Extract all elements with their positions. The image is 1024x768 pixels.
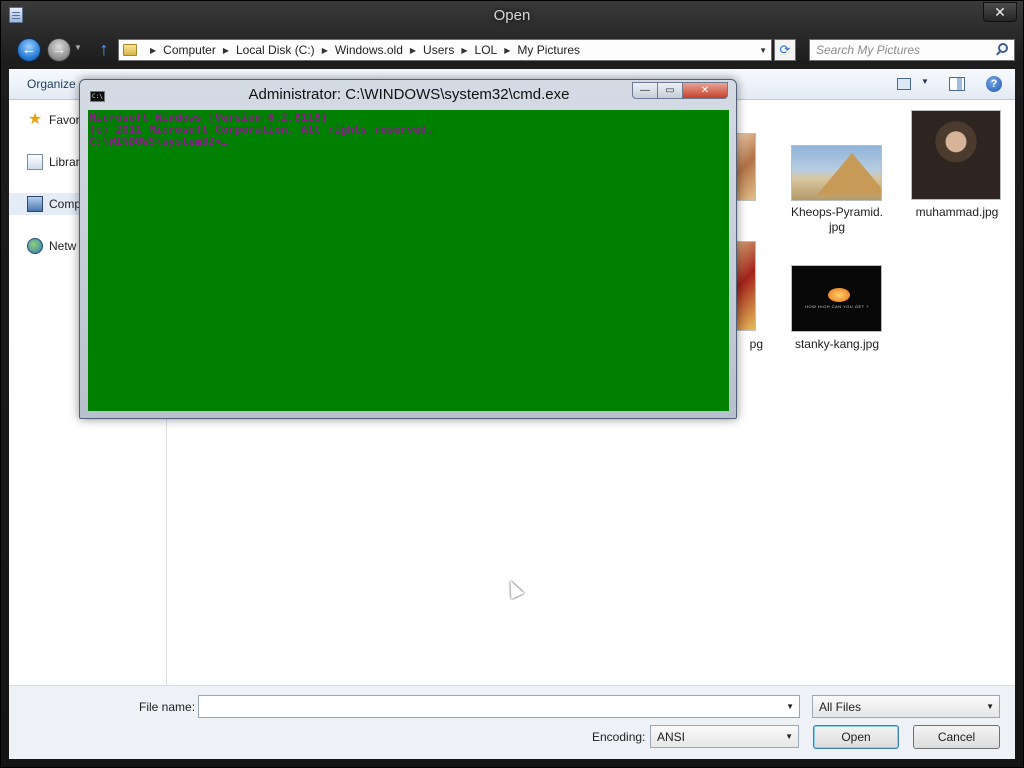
file-thumbnail: HOW HIGH CAN YOU GET ? <box>791 265 882 332</box>
preview-pane-icon[interactable] <box>949 77 965 91</box>
recent-locations-dropdown[interactable]: ▼ <box>74 43 82 52</box>
text-cursor <box>221 143 229 145</box>
cmd-caption-buttons: — ▭ ✕ <box>632 82 728 99</box>
back-arrow-icon[interactable]: ← <box>17 38 41 62</box>
file-thumbnail <box>911 110 1001 200</box>
address-bar[interactable]: ▶ Computer ▶ Local Disk (C:) ▶ Windows.o… <box>118 39 772 61</box>
organize-menu[interactable]: Organize <box>27 77 76 91</box>
cancel-button[interactable]: Cancel <box>913 725 1000 749</box>
open-button[interactable]: Open <box>813 725 899 749</box>
dialog-title: Open <box>493 7 531 24</box>
dialog-close-button[interactable]: ✕ <box>983 2 1017 22</box>
computer-icon <box>27 196 43 212</box>
search-placeholder: Search My Pictures <box>816 43 921 57</box>
file-name: stanky-kang.jpg <box>794 337 880 351</box>
filename-input[interactable]: ▼ <box>198 695 800 718</box>
up-folder-icon[interactable]: ↑ <box>96 39 112 61</box>
filename-label: File name: <box>139 700 196 714</box>
network-icon <box>27 238 43 254</box>
star-icon: ★ <box>27 111 43 128</box>
filetype-select[interactable]: All Files ▼ <box>812 695 1000 718</box>
breadcrumb-separator-icon[interactable]: ▶ <box>322 46 328 55</box>
breadcrumb-separator-icon[interactable]: ▶ <box>504 46 510 55</box>
thumbnail-text: HOW HIGH CAN YOU GET ? <box>805 304 869 309</box>
game-sprite <box>828 288 850 302</box>
file-name-line2: jpg <box>828 220 845 234</box>
file-thumbnail <box>791 145 882 201</box>
forward-arrow-icon[interactable]: → <box>47 38 71 62</box>
console-prompt-line: C:\WINDOWS\system32> <box>89 136 728 148</box>
help-icon[interactable]: ? <box>986 76 1002 92</box>
search-icon[interactable] <box>998 43 1008 53</box>
cmd-window[interactable]: C:\ Administrator: C:\WINDOWS\system32\c… <box>79 79 737 419</box>
encoding-value: ANSI <box>657 730 686 744</box>
file-selection-panel: File name: ▼ All Files ▼ Encoding: ANSI … <box>9 685 1015 759</box>
address-dropdown-icon[interactable]: ▼ <box>759 46 767 55</box>
sidebar-item-label: Librar <box>49 155 80 169</box>
minimize-button[interactable]: — <box>632 82 658 99</box>
refresh-icon[interactable]: ⟳ <box>774 39 796 61</box>
sidebar-item-label: Comp <box>49 197 82 211</box>
filetype-value: All Files <box>819 700 862 714</box>
breadcrumb-separator-icon[interactable]: ▶ <box>223 46 229 55</box>
file-name: muhammad.jpg <box>915 205 999 219</box>
breadcrumb-computer[interactable]: Computer <box>163 43 216 57</box>
breadcrumb-users[interactable]: Users <box>423 43 454 57</box>
view-dropdown-icon[interactable]: ▼ <box>921 77 929 86</box>
cmd-close-button[interactable]: ✕ <box>682 82 728 99</box>
breadcrumb-separator-icon[interactable]: ▶ <box>461 46 467 55</box>
breadcrumb-lol[interactable]: LOL <box>475 43 498 57</box>
chevron-down-icon[interactable]: ▼ <box>786 702 794 711</box>
breadcrumb-windows-old[interactable]: Windows.old <box>335 43 403 57</box>
search-input[interactable]: Search My Pictures <box>809 39 1015 61</box>
console-output[interactable]: Microsoft Windows [Version 6.2.8118] (c) … <box>88 110 729 411</box>
chevron-down-icon: ▼ <box>986 702 994 711</box>
breadcrumb-my-pictures[interactable]: My Pictures <box>517 43 580 57</box>
encoding-label: Encoding: <box>592 730 646 744</box>
sidebar-item-label: Netw <box>49 239 77 253</box>
breadcrumb-separator-icon[interactable]: ▶ <box>410 46 416 55</box>
encoding-select[interactable]: ANSI ▼ <box>650 725 799 748</box>
file-name: Kheops-Pyramid. <box>790 205 884 219</box>
maximize-button[interactable]: ▭ <box>657 82 683 99</box>
library-icon <box>27 154 43 170</box>
breadcrumb-separator-icon[interactable]: ▶ <box>150 46 156 55</box>
folder-icon <box>123 44 137 56</box>
chevron-down-icon: ▼ <box>785 732 793 741</box>
sidebar-item-label: Favor <box>49 113 80 127</box>
breadcrumb-local-disk[interactable]: Local Disk (C:) <box>236 43 315 57</box>
change-view-icon[interactable] <box>897 78 911 90</box>
console-prompt: C:\WINDOWS\system32> <box>89 135 222 148</box>
